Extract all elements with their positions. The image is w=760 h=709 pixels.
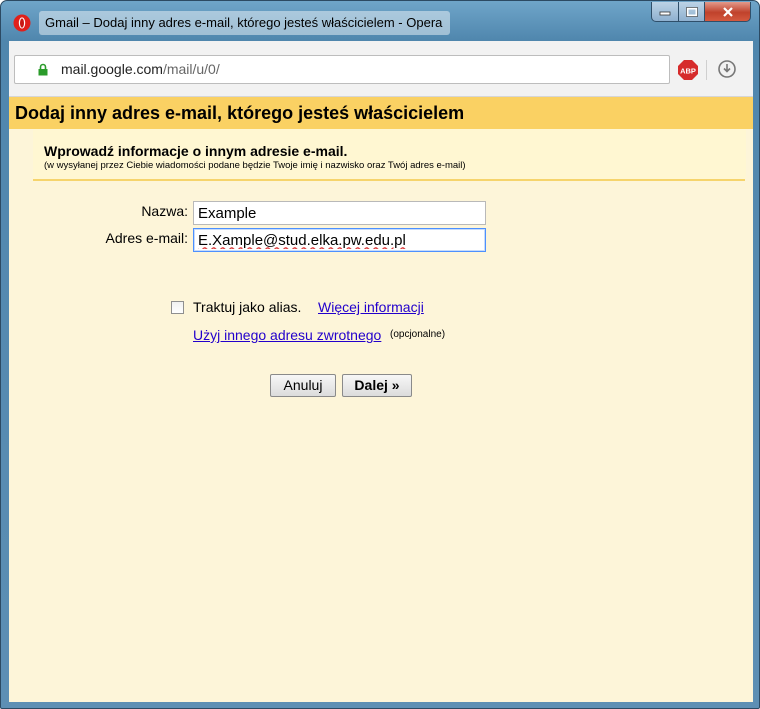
- download-icon[interactable]: [717, 59, 737, 79]
- intro-title: Wprowadź informacje o innym adresie e-ma…: [44, 143, 348, 159]
- next-button[interactable]: Dalej »: [342, 374, 412, 397]
- close-button[interactable]: [705, 2, 751, 22]
- cancel-button[interactable]: Anuluj: [270, 374, 336, 397]
- abp-label: ABP: [680, 67, 696, 76]
- url-field[interactable]: mail.google.com/mail/u/0/: [14, 55, 670, 84]
- adblock-plus-icon[interactable]: ABP: [678, 60, 698, 80]
- name-field[interactable]: [193, 201, 486, 225]
- title-bar[interactable]: Gmail – Dodaj inny adres e-mail, którego…: [1, 1, 759, 41]
- url-path: /mail/u/0/: [162, 61, 220, 77]
- toolbar-separator: [706, 60, 707, 80]
- optional-note: (opcjonalne): [390, 329, 446, 340]
- alias-label: Traktuj jako alias.: [193, 299, 302, 315]
- browser-content: mail.google.com/mail/u/0/ ABP Dodaj inny…: [9, 41, 753, 702]
- maximize-icon: [685, 6, 698, 17]
- maximize-button[interactable]: [679, 2, 705, 22]
- email-field[interactable]: [193, 228, 486, 252]
- url-host: mail.google.com: [61, 61, 163, 77]
- url-text: mail.google.com/mail/u/0/: [61, 56, 220, 83]
- dialog-page: Dodaj inny adres e-mail, którego jesteś …: [9, 97, 753, 702]
- reply-to-link[interactable]: Użyj innego adresu zwrotnego: [193, 327, 381, 343]
- window-title: Gmail – Dodaj inny adres e-mail, którego…: [39, 11, 451, 35]
- minimize-icon: [659, 11, 671, 15]
- email-label: Adres e-mail:: [105, 230, 188, 246]
- opera-window: Gmail – Dodaj inny adres e-mail, którego…: [0, 0, 760, 709]
- more-info-link[interactable]: Więcej informacji: [318, 299, 424, 315]
- close-icon: [722, 6, 733, 17]
- intro-section: Wprowadź informacje o innym adresie e-ma…: [33, 129, 746, 179]
- minimize-button[interactable]: [651, 2, 679, 22]
- section-divider: [33, 179, 745, 181]
- opera-logo-icon: [13, 14, 31, 32]
- alias-checkbox[interactable]: [171, 301, 184, 314]
- name-label: Nazwa:: [141, 203, 188, 219]
- window-controls: [651, 2, 751, 22]
- intro-subtitle: (w wysyłanej przez Ciebie wiadomości pod…: [44, 160, 466, 171]
- address-bar: mail.google.com/mail/u/0/ ABP: [9, 41, 753, 97]
- dialog-header: Dodaj inny adres e-mail, którego jesteś …: [9, 97, 753, 129]
- lock-icon: [38, 63, 48, 76]
